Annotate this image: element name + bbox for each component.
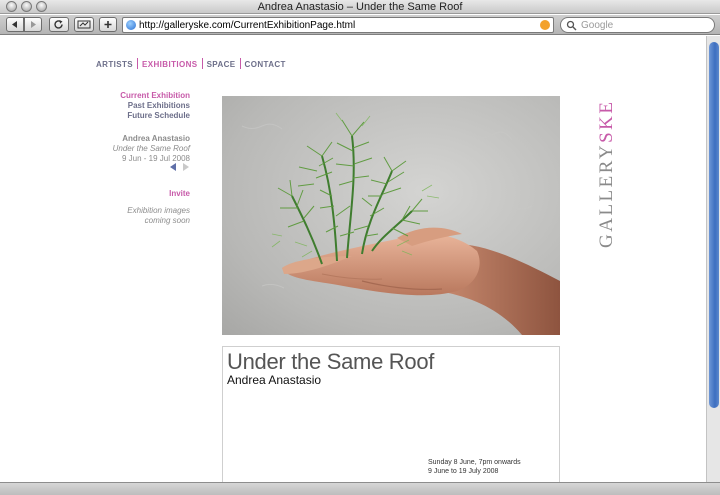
plus-icon [104,21,112,28]
forward-button[interactable] [24,17,42,32]
nav-exhibitions[interactable]: EXHIBITIONS [142,60,198,69]
exhibition-artist: Andrea Anastasio [227,373,322,387]
exhibition-subnav: Current Exhibition Past Exhibitions Futu… [96,91,190,121]
images-note-line1: Exhibition images [127,206,190,215]
svg-text:GALLERYSKE: GALLERYSKE [596,99,616,248]
search-field[interactable]: Google [560,17,715,33]
nav-contact[interactable]: CONTACT [245,60,286,69]
exhibition-info: Andrea Anastasio Under the Same Roof 9 J… [96,134,190,164]
snapback-button[interactable] [74,17,94,32]
exhibition-photo [222,96,560,335]
scrollbar-thumb[interactable] [709,42,719,408]
previous-image-icon[interactable] [170,163,176,171]
window-icon [77,20,91,29]
address-bar[interactable]: http://galleryske.com/CurrentExhibitionP… [122,17,554,33]
current-exhibition-link[interactable]: Current Exhibition [96,91,190,101]
invite-block: Invite [96,189,190,199]
main-nav: ARTISTS EXHIBITIONS SPACE CONTACT [96,58,286,69]
add-bookmark-button[interactable] [99,17,117,32]
back-button[interactable] [6,17,24,32]
search-placeholder: Google [581,20,614,31]
invite-link[interactable]: Invite [96,189,190,199]
window-title: Andrea Anastasio – Under the Same Roof [257,1,463,13]
nav-separator [137,58,139,69]
opening-details: Sunday 8 June, 7pm onwards [428,459,521,466]
nav-artists[interactable]: ARTISTS [96,60,133,69]
images-note: Exhibition images coming soon [96,206,190,226]
nav-separator [239,58,241,69]
reload-button[interactable] [49,17,69,32]
hand-with-plant-image [241,112,560,335]
exhibition-caption: Under the Same Roof Andrea Anastasio Sun… [222,346,560,486]
address-url[interactable]: http://galleryske.com/CurrentExhibitionP… [139,19,355,32]
galleryske-logo: GALLERYSKE [596,99,616,248]
run-dates: 9 June to 19 July 2008 [428,468,499,475]
future-schedule-link[interactable]: Future Schedule [96,111,190,121]
back-arrow-icon [12,21,17,28]
exhibition-title: Under the Same Roof [227,349,435,374]
sidebar-artist: Andrea Anastasio [122,134,190,143]
past-exhibitions-link[interactable]: Past Exhibitions [96,101,190,111]
sidebar-show-title: Under the Same Roof [112,144,190,153]
nav-space[interactable]: SPACE [207,60,236,69]
images-note-line2: coming soon [144,216,190,225]
rss-icon[interactable] [540,20,550,30]
status-bar [0,482,720,495]
window-titlebar: Andrea Anastasio – Under the Same Roof [0,0,720,14]
forward-arrow-icon [31,21,36,28]
vertical-scrollbar[interactable] [706,36,720,482]
search-icon [566,20,577,31]
globe-icon [126,20,136,30]
nav-separator [201,58,203,69]
browser-toolbar: http://galleryske.com/CurrentExhibitionP… [0,15,720,35]
reload-icon [54,20,63,29]
next-image-icon[interactable] [183,163,189,171]
